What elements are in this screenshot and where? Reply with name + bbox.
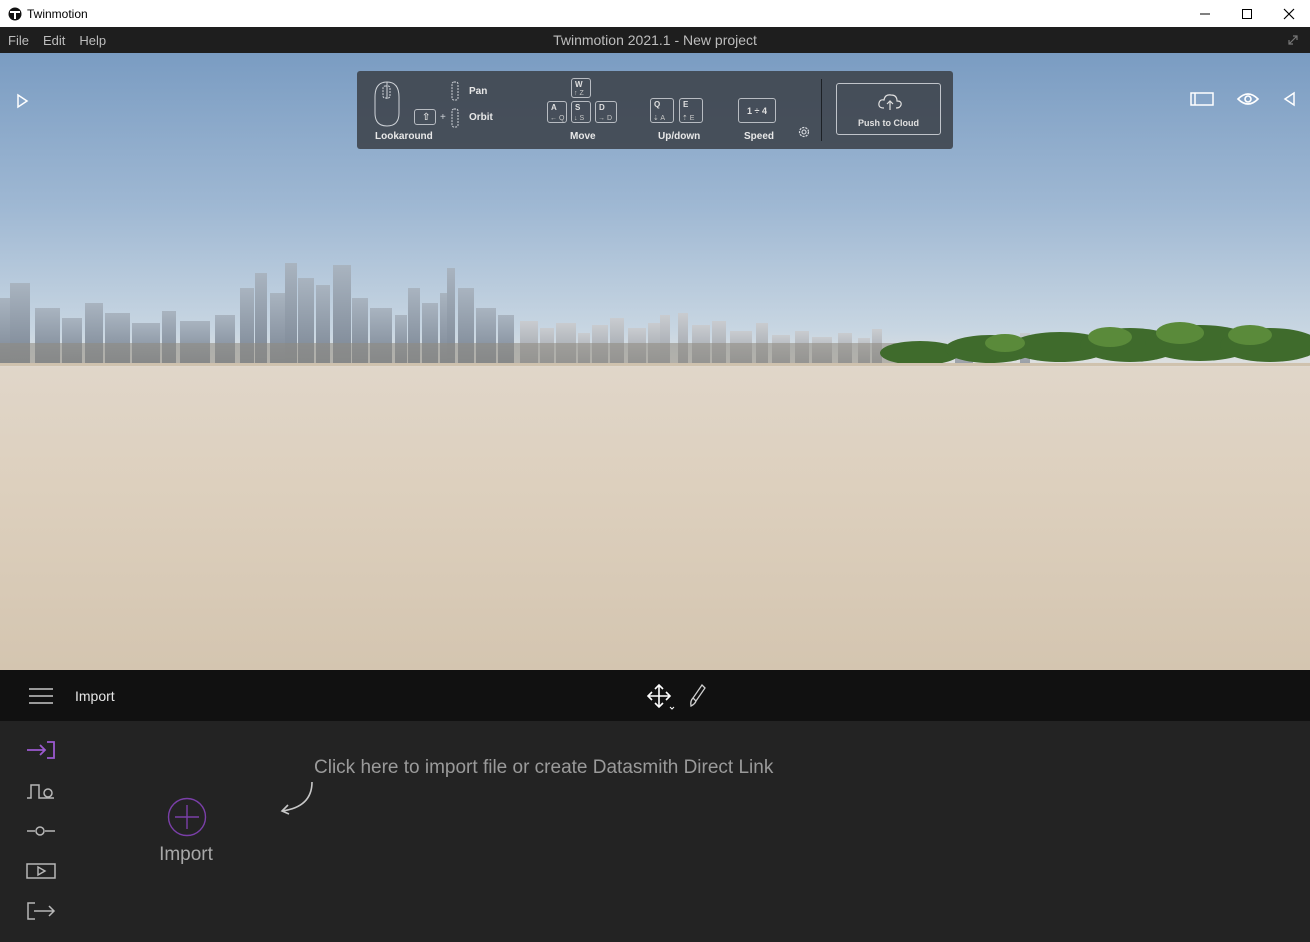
import-button[interactable]: Import — [150, 797, 222, 877]
export-tab-icon[interactable] — [25, 900, 57, 922]
cloud-upload-icon — [878, 94, 902, 110]
close-icon — [1283, 8, 1295, 19]
import-tab-icon[interactable] — [25, 739, 57, 761]
menu-edit[interactable]: Edit — [43, 33, 65, 48]
gear-icon[interactable] — [797, 125, 811, 139]
mouse-wheel-orbit-icon — [451, 108, 459, 128]
media-tab-icon[interactable] — [25, 860, 57, 882]
orbit-label: Orbit — [469, 112, 493, 123]
viewport-layout-icon[interactable] — [1190, 91, 1214, 107]
paint-brush-icon[interactable] — [688, 683, 708, 709]
pan-label: Pan — [469, 86, 488, 97]
updown-label: Up/down — [658, 131, 701, 142]
key-e: E ⇡ E — [679, 98, 703, 123]
navigation-help-overlay: Lookaround Pan ⇧ + Orbit W ↑ Z A ← Q S ↓ S … — [357, 71, 953, 149]
window-controls — [1184, 0, 1310, 27]
twinmotion-logo-icon — [8, 7, 22, 20]
menu-bar: File Edit Help Twinmotion 2021.1 - New p… — [0, 27, 1310, 53]
project-title: Twinmotion 2021.1 - New project — [553, 32, 757, 48]
maximize-button[interactable] — [1226, 0, 1268, 27]
hamburger-menu-icon[interactable] — [29, 688, 53, 704]
key-a: A ← Q — [547, 101, 567, 123]
key-s: S ↓ S — [571, 101, 591, 123]
mouse-icon — [374, 81, 400, 127]
shift-key: ⇧ — [414, 109, 436, 125]
plus-sign: + — [440, 112, 446, 123]
key-q: Q ⇣ A — [650, 98, 674, 123]
expand-left-panel-icon[interactable] — [14, 93, 30, 109]
expand-right-panel-icon[interactable] — [1282, 91, 1296, 107]
push-to-cloud-button[interactable]: Push to Cloud — [836, 83, 941, 135]
import-panel: Click here to import file or create Data… — [0, 721, 1310, 942]
maximize-icon — [1242, 8, 1252, 19]
speed-keys: 1 ÷ 4 — [738, 98, 776, 123]
move-label: Move — [570, 131, 596, 142]
bottom-toolbar: Import — [0, 670, 1310, 721]
import-button-label: Import — [159, 844, 213, 865]
speed-label: Speed — [744, 131, 775, 142]
import-hint-text: Click here to import file or create Data… — [314, 757, 774, 778]
key-d: D → D — [595, 101, 617, 123]
lookaround-label: Lookaround — [375, 131, 433, 142]
move-tool-icon[interactable] — [646, 683, 676, 711]
overlay-divider — [821, 79, 822, 141]
active-section-title: Import — [75, 688, 115, 704]
os-title-bar: Twinmotion — [0, 0, 1310, 27]
fullscreen-icon[interactable] — [1286, 33, 1300, 47]
3d-viewport[interactable]: Lookaround Pan ⇧ + Orbit W ↑ Z A ← Q S ↓ S … — [0, 53, 1310, 670]
menu-file[interactable]: File — [8, 33, 29, 48]
eye-icon[interactable] — [1236, 91, 1260, 107]
add-circle-icon — [167, 797, 207, 837]
minimize-icon — [1200, 13, 1210, 14]
window-title: Twinmotion — [27, 6, 88, 21]
menu-help[interactable]: Help — [79, 33, 106, 48]
mouse-wheel-pan-icon — [451, 81, 459, 101]
push-to-cloud-label: Push to Cloud — [858, 118, 919, 128]
environment-tab-icon[interactable] — [25, 780, 57, 802]
minimize-button[interactable] — [1184, 0, 1226, 27]
key-w: W ↑ Z — [571, 78, 591, 98]
curved-arrow-icon — [280, 781, 313, 815]
settings-tab-icon[interactable] — [25, 820, 57, 842]
close-window-button[interactable] — [1268, 0, 1310, 27]
viewport-right-tools — [1190, 91, 1296, 107]
